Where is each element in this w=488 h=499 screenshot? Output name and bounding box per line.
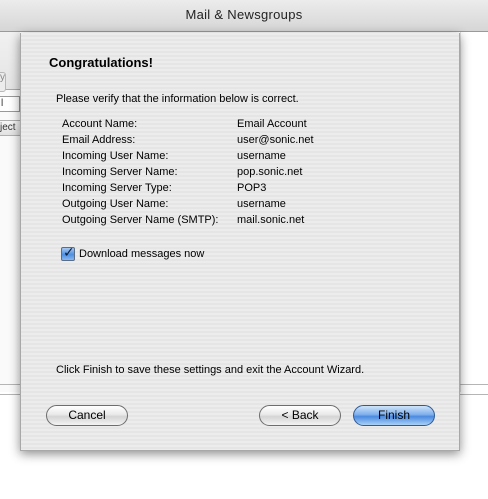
wizard-heading: Congratulations!: [49, 55, 153, 70]
subject-column-header[interactable]: ject: [0, 120, 20, 136]
info-value: username: [237, 150, 286, 162]
info-value: POP3: [237, 182, 267, 194]
info-label: Incoming User Name:: [62, 150, 169, 162]
right-panel-remnant: [460, 32, 488, 392]
info-value: user@sonic.net: [237, 134, 314, 146]
info-value: mail.sonic.net: [237, 214, 305, 226]
wizard-footer-note: Click Finish to save these settings and …: [56, 364, 365, 376]
info-value: pop.sonic.net: [237, 166, 303, 178]
info-value: username: [237, 198, 286, 210]
back-button[interactable]: < Back: [259, 405, 341, 426]
info-label: Outgoing User Name:: [62, 198, 169, 210]
info-value: Email Account: [237, 118, 307, 130]
info-label: Email Address:: [62, 134, 136, 146]
finish-button[interactable]: Finish: [353, 405, 435, 426]
window-titlebar[interactable]: Mail & Newsgroups: [0, 0, 488, 32]
cancel-button[interactable]: Cancel: [46, 405, 128, 426]
download-messages-checkbox[interactable]: ✓: [61, 244, 75, 261]
toolbar-label-remnant: y: [0, 72, 5, 83]
window-title: Mail & Newsgroups: [185, 7, 303, 22]
search-field-remnant[interactable]: l: [0, 96, 20, 112]
download-messages-label[interactable]: Download messages now: [79, 248, 204, 260]
wizard-intro-text: Please verify that the information below…: [56, 93, 299, 105]
account-wizard-sheet: Congratulations! Please verify that the …: [20, 33, 460, 451]
info-label: Account Name:: [62, 118, 138, 130]
checkmark-icon: ✓: [63, 244, 75, 260]
info-label: Incoming Server Name:: [62, 166, 178, 178]
info-label: Incoming Server Type:: [62, 182, 172, 194]
info-label: Outgoing Server Name (SMTP):: [62, 214, 219, 226]
